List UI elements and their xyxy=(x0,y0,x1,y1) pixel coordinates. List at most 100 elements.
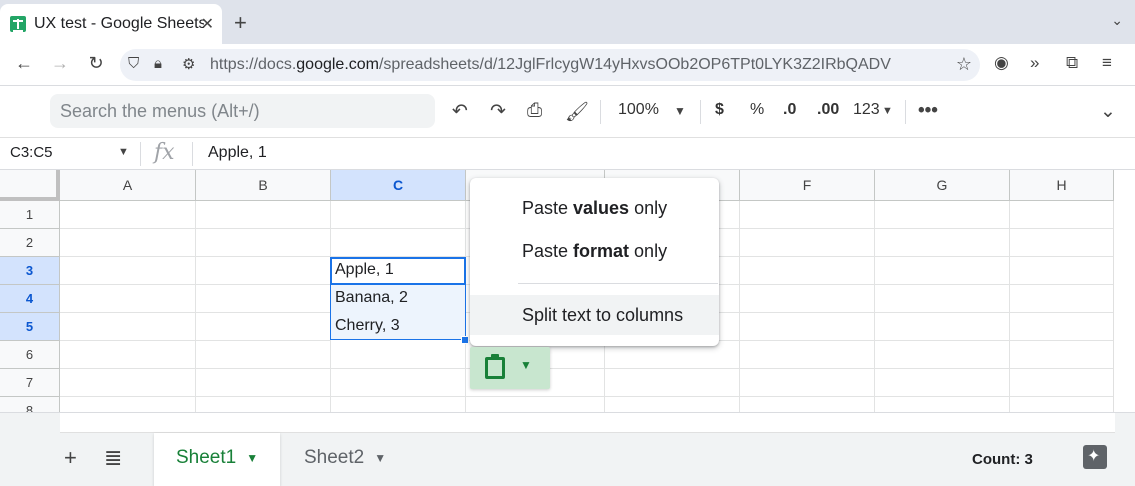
row-header-8[interactable]: 8 xyxy=(0,397,60,412)
cell-c4[interactable]: Banana, 2 xyxy=(332,287,464,311)
new-tab-button[interactable]: + xyxy=(234,10,247,36)
cell-g4[interactable] xyxy=(875,285,1010,313)
zoom-caret-icon[interactable]: ▼ xyxy=(674,104,686,118)
cell-h8[interactable] xyxy=(1010,397,1114,412)
vertical-scrollbar[interactable] xyxy=(1113,201,1135,412)
count-status[interactable]: Count: 3 xyxy=(972,451,1033,468)
cell-b4[interactable] xyxy=(196,285,331,313)
cell-c3[interactable]: Apple, 1 xyxy=(332,259,464,283)
column-header-g[interactable]: G xyxy=(875,170,1010,201)
more-formats-button[interactable]: 123 xyxy=(853,101,880,119)
print-icon[interactable]: ⎙ xyxy=(527,100,542,122)
cell-b6[interactable] xyxy=(196,341,331,369)
extensions-puzzle-icon[interactable]: ⧉ xyxy=(1066,53,1078,73)
cell-f6[interactable] xyxy=(740,341,875,369)
percent-button[interactable]: % xyxy=(750,101,764,119)
omnibox[interactable]: ⛉ 🔒︎ ⚙ https://docs.google.com/spreadshe… xyxy=(120,49,980,81)
cell-f1[interactable] xyxy=(740,201,875,229)
forward-icon[interactable]: → xyxy=(48,53,72,74)
cell-a3[interactable] xyxy=(60,257,196,285)
cell-b5[interactable] xyxy=(196,313,331,341)
column-header-a[interactable]: A xyxy=(60,170,196,201)
row-header-1[interactable]: 1 xyxy=(0,201,60,229)
cell-a5[interactable] xyxy=(60,313,196,341)
cell-f5[interactable] xyxy=(740,313,875,341)
browser-tab[interactable]: UX test - Google Sheets ✕ xyxy=(0,4,222,44)
cell-d8[interactable] xyxy=(466,397,605,412)
add-sheet-icon[interactable]: + xyxy=(64,445,77,471)
row-header-4[interactable]: 4 xyxy=(0,285,60,313)
name-box-caret-icon[interactable]: ▼ xyxy=(118,146,129,158)
url-text[interactable]: https://docs.google.com/spreadsheets/d/1… xyxy=(210,56,950,74)
reload-icon[interactable]: ↻ xyxy=(84,53,108,74)
cell-h6[interactable] xyxy=(1010,341,1114,369)
column-header-b[interactable]: B xyxy=(196,170,331,201)
cell-a1[interactable] xyxy=(60,201,196,229)
cell-h5[interactable] xyxy=(1010,313,1114,341)
tune-icon[interactable]: ⚙ xyxy=(182,55,195,73)
cell-c5[interactable]: Cherry, 3 xyxy=(332,315,464,339)
cell-e8[interactable] xyxy=(605,397,740,412)
cell-b1[interactable] xyxy=(196,201,331,229)
increase-decimal-button[interactable]: .00 xyxy=(817,101,839,119)
select-all-corner[interactable] xyxy=(0,170,60,201)
cell-b3[interactable] xyxy=(196,257,331,285)
horizontal-scrollbar[interactable] xyxy=(60,413,1115,433)
cell-a4[interactable] xyxy=(60,285,196,313)
sheet1-caret-icon[interactable]: ▼ xyxy=(246,451,258,465)
row-header-7[interactable]: 7 xyxy=(0,369,60,397)
cell-g1[interactable] xyxy=(875,201,1010,229)
cell-c7[interactable] xyxy=(331,369,466,397)
cell-h2[interactable] xyxy=(1010,229,1114,257)
sheet-tab-sheet2[interactable]: Sheet2 ▼ xyxy=(282,433,408,486)
site-info-icon[interactable]: ⛉ xyxy=(128,55,139,72)
all-sheets-icon[interactable]: ≣ xyxy=(104,445,122,471)
cell-g6[interactable] xyxy=(875,341,1010,369)
tab-search-chevron-icon[interactable]: ⌄ xyxy=(1111,12,1123,29)
row-header-3[interactable]: 3 xyxy=(0,257,60,285)
cell-g3[interactable] xyxy=(875,257,1010,285)
undo-icon[interactable]: ↶ xyxy=(452,100,468,123)
currency-button[interactable]: $ xyxy=(715,101,724,119)
fill-handle[interactable] xyxy=(461,336,469,344)
bookmark-star-icon[interactable]: ☆ xyxy=(956,54,972,75)
cell-c2[interactable] xyxy=(331,229,466,257)
collapse-chevron-icon[interactable]: ⌄ xyxy=(1100,100,1116,123)
cell-f7[interactable] xyxy=(740,369,875,397)
cell-a7[interactable] xyxy=(60,369,196,397)
column-header-f[interactable]: F xyxy=(740,170,875,201)
browser-menu-icon[interactable]: ≡ xyxy=(1102,53,1112,73)
split-text-to-columns-item[interactable]: Split text to columns xyxy=(470,295,719,335)
cell-h3[interactable] xyxy=(1010,257,1114,285)
cell-h4[interactable] xyxy=(1010,285,1114,313)
more-formats-caret-icon[interactable]: ▼ xyxy=(882,105,893,117)
name-box[interactable]: C3:C5 xyxy=(10,144,53,161)
redo-icon[interactable]: ↷ xyxy=(490,100,506,123)
sheet2-caret-icon[interactable]: ▼ xyxy=(374,451,386,465)
cell-f4[interactable] xyxy=(740,285,875,313)
tab-close-icon[interactable]: ✕ xyxy=(201,14,214,34)
sheet-tab-sheet1[interactable]: Sheet1 ▼ xyxy=(154,433,280,486)
extension-icon[interactable]: ◉ xyxy=(994,53,1009,73)
cell-a8[interactable] xyxy=(60,397,196,412)
cell-g7[interactable] xyxy=(875,369,1010,397)
paste-values-only-item[interactable]: Paste values only xyxy=(470,188,719,228)
cell-h1[interactable] xyxy=(1010,201,1114,229)
column-header-h[interactable]: H xyxy=(1010,170,1114,201)
row-header-2[interactable]: 2 xyxy=(0,229,60,257)
row-header-5[interactable]: 5 xyxy=(0,313,60,341)
row-header-6[interactable]: 6 xyxy=(0,341,60,369)
cell-g2[interactable] xyxy=(875,229,1010,257)
lock-icon[interactable]: 🔒︎ xyxy=(154,55,162,72)
explore-icon[interactable] xyxy=(1083,445,1107,469)
more-options-icon[interactable]: ••• xyxy=(918,100,938,122)
cell-g5[interactable] xyxy=(875,313,1010,341)
cell-a6[interactable] xyxy=(60,341,196,369)
cell-h7[interactable] xyxy=(1010,369,1114,397)
formula-input[interactable]: Apple, 1 xyxy=(208,144,267,162)
cell-a2[interactable] xyxy=(60,229,196,257)
cell-b7[interactable] xyxy=(196,369,331,397)
search-menus-input[interactable]: Search the menus (Alt+/) xyxy=(50,94,435,128)
cell-c1[interactable] xyxy=(331,201,466,229)
paste-options-chip[interactable]: ▼ xyxy=(470,347,550,389)
